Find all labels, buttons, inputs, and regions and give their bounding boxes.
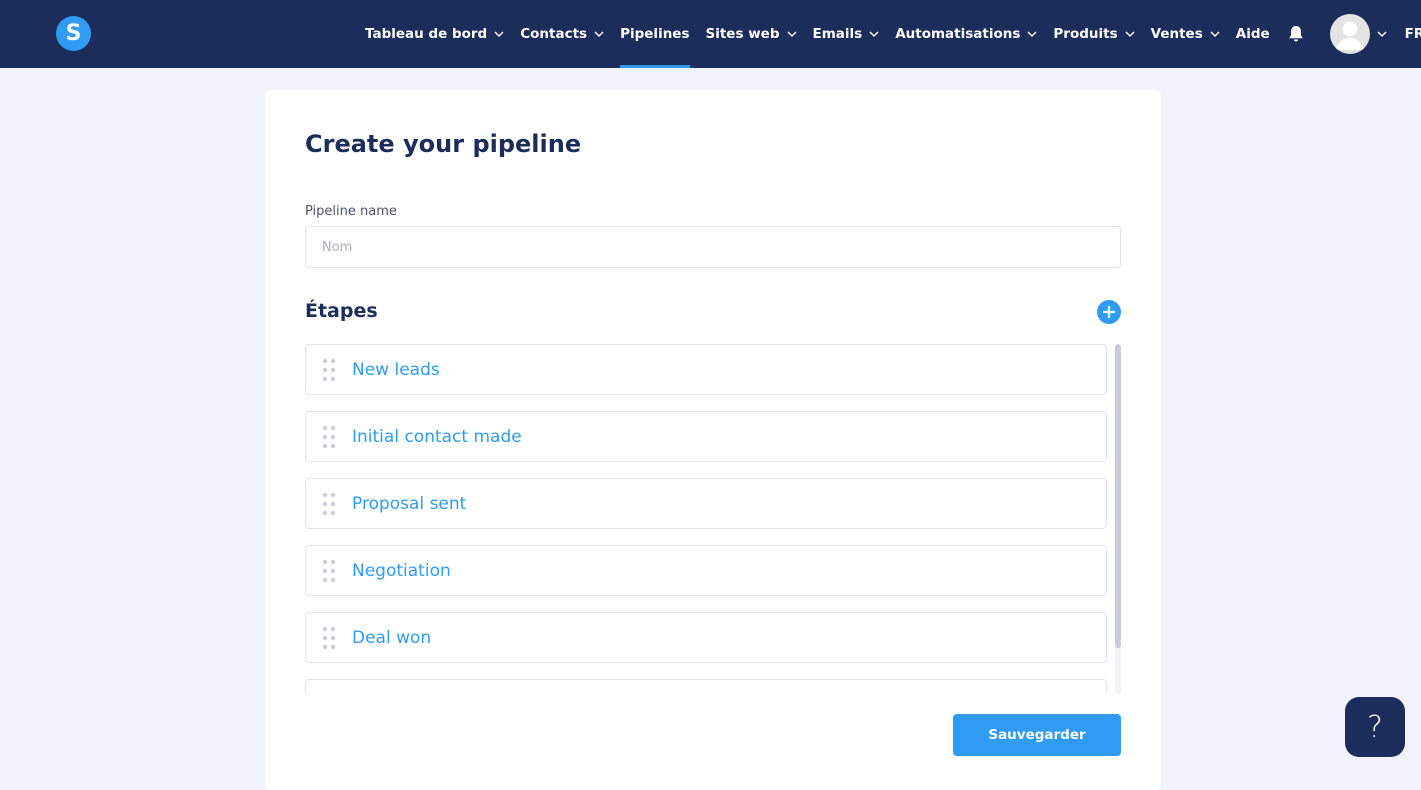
drag-handle-icon[interactable] xyxy=(322,559,336,583)
drag-handle-icon[interactable] xyxy=(322,358,336,382)
nav-item-label: Ventes xyxy=(1150,26,1203,42)
nav-item-label: Tableau de bord xyxy=(365,26,488,42)
user-avatar-icon[interactable] xyxy=(1329,14,1370,54)
main-nav-menu: Tableau de bord Contacts Pipelines Sites… xyxy=(365,0,1421,68)
nav-item-label: Produits xyxy=(1053,26,1118,42)
nav-item-aide[interactable]: Aide xyxy=(1236,0,1270,68)
chevron-down-icon xyxy=(1027,31,1037,37)
page-title: Create your pipeline xyxy=(305,130,582,158)
drag-handle-icon[interactable] xyxy=(322,626,336,650)
stage-label: New leads xyxy=(352,359,440,380)
nav-item-contacts[interactable]: Contacts xyxy=(520,0,604,68)
language-selector[interactable]: FR xyxy=(1405,26,1421,42)
nav-item-label: Automatisations xyxy=(895,26,1021,42)
drag-handle-icon[interactable] xyxy=(322,425,336,449)
nav-item-label: Pipelines xyxy=(620,26,690,42)
nav-item-sites-web[interactable]: Sites web xyxy=(706,0,797,68)
pipeline-name-input[interactable] xyxy=(305,226,1121,268)
logo-letter: S xyxy=(65,21,82,46)
stage-label: Negotiation xyxy=(352,560,451,581)
nav-item-automatisations[interactable]: Automatisations xyxy=(895,0,1037,68)
bell-icon[interactable] xyxy=(1288,25,1304,43)
stage-item[interactable]: Negotiation xyxy=(305,545,1107,596)
nav-item-tableau-de-bord[interactable]: Tableau de bord xyxy=(365,0,504,68)
chevron-down-icon xyxy=(494,31,504,37)
nav-item-label: Aide xyxy=(1235,26,1270,42)
nav-item-label: Sites web xyxy=(705,26,780,42)
stages-scrollbar-thumb[interactable] xyxy=(1115,344,1121,648)
stage-item[interactable]: Proposal sent xyxy=(305,478,1107,529)
drag-handle-icon[interactable] xyxy=(322,492,336,516)
chevron-down-icon xyxy=(1125,31,1135,37)
stage-item[interactable]: New leads xyxy=(305,344,1107,395)
nav-item-emails[interactable]: Emails xyxy=(813,0,880,68)
plus-circle-icon[interactable] xyxy=(1097,300,1121,324)
save-button[interactable]: Sauvegarder xyxy=(953,714,1121,756)
pipeline-name-label: Pipeline name xyxy=(305,204,397,219)
chevron-down-icon xyxy=(594,31,604,37)
nav-item-label: Emails xyxy=(812,26,863,42)
stages-section-title: Étapes xyxy=(305,300,378,322)
stage-item[interactable]: Initial contact made xyxy=(305,411,1107,462)
top-navigation-bar: S Tableau de bord Contacts Pipelines Sit… xyxy=(0,0,1421,68)
chevron-down-icon xyxy=(869,31,879,37)
create-pipeline-card: Create your pipeline Pipeline name Étape… xyxy=(265,90,1161,790)
stage-item[interactable]: Deal won xyxy=(305,612,1107,663)
chevron-down-icon[interactable] xyxy=(1377,31,1387,37)
nav-item-produits[interactable]: Produits xyxy=(1053,0,1135,68)
question-mark-icon: ? xyxy=(1367,709,1383,745)
stage-item[interactable] xyxy=(305,679,1107,694)
stage-label: Proposal sent xyxy=(352,493,467,514)
stages-scrollbar[interactable] xyxy=(1115,344,1121,694)
language-label: FR xyxy=(1404,26,1421,42)
help-button[interactable]: ? xyxy=(1345,697,1405,757)
stage-label: Initial contact made xyxy=(352,426,522,447)
nav-item-label: Contacts xyxy=(520,26,588,42)
chevron-down-icon xyxy=(787,31,797,37)
nav-item-pipelines[interactable]: Pipelines xyxy=(620,0,690,68)
stage-label: Deal won xyxy=(352,627,432,648)
chevron-down-icon xyxy=(1210,31,1220,37)
app-logo[interactable]: S xyxy=(56,16,91,51)
nav-item-ventes[interactable]: Ventes xyxy=(1151,0,1220,68)
stages-list: New leads Initial contact made Proposal … xyxy=(305,344,1121,694)
drag-handle-icon[interactable] xyxy=(322,693,336,694)
